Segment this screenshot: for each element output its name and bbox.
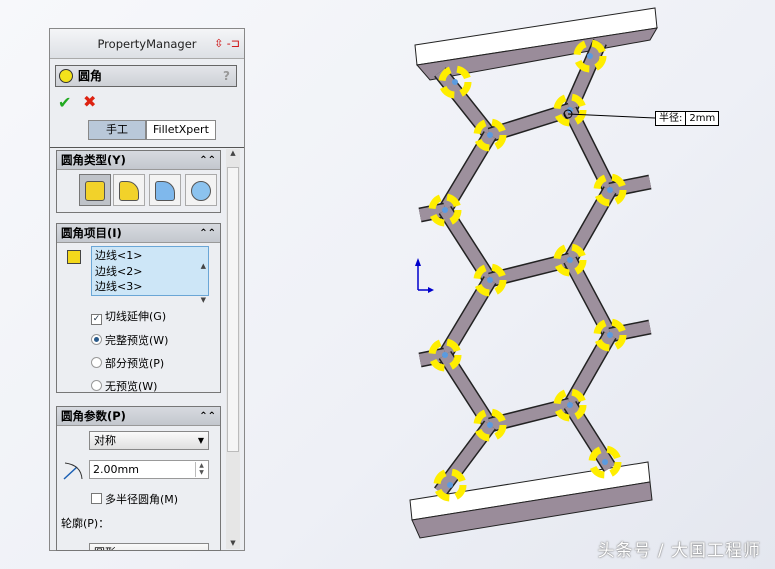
radius-callout[interactable]: 半径: 2mm [655,111,720,126]
hex-lattice [418,38,652,497]
edge-marker [602,459,608,465]
frame-top-bar [414,7,658,81]
edge-marker [567,402,573,408]
callout-label: 半径: [659,113,683,124]
edge-marker [442,352,448,358]
edge-marker [567,257,573,263]
edge-marker [607,187,613,193]
triad-icon [415,258,434,293]
edge-marker [442,207,448,213]
lattice-edge [608,321,652,341]
edge-marker [487,277,493,283]
edge-marker [447,482,453,488]
edge-marker [487,422,493,428]
lattice-edge [608,176,652,196]
edge-marker [587,53,593,59]
lattice-edge [488,104,572,141]
watermark: 头条号 / 大国工程师 [597,541,761,561]
edge-marker [607,332,613,338]
edge-marker [452,79,458,85]
callout-value: 2mm [685,112,718,125]
edge-marker [487,132,493,138]
3d-model-viewport[interactable] [0,0,775,569]
